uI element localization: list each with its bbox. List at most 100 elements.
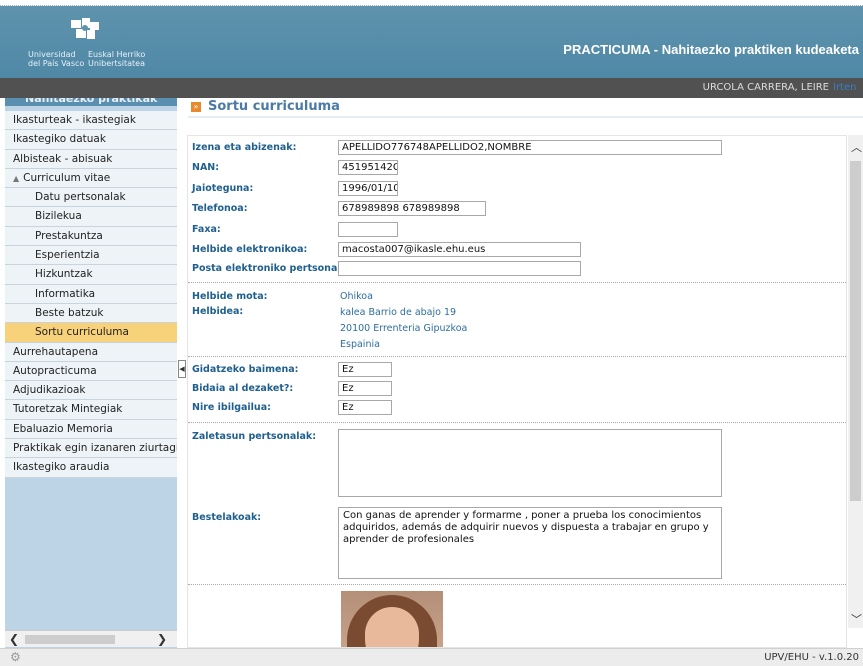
- collapse-arrow-icon: ◀: [179, 365, 185, 373]
- logo-text-spanish: Universidad del País Vasco: [28, 50, 84, 68]
- sidebar-item-ziurtagiria[interactable]: Praktikak egin izanaren ziurtagiria: [5, 439, 177, 459]
- sidebar-item-label: Autopracticuma: [13, 364, 97, 377]
- sidebar-item-label: Beste batzuk: [35, 306, 104, 319]
- name-field[interactable]: APELLIDO776748APELLIDO2,NOMBRE: [338, 140, 722, 155]
- sidebar-item-informatika[interactable]: Informatika: [5, 284, 177, 304]
- travel-field[interactable]: Ez: [338, 381, 392, 396]
- scroll-right-icon[interactable]: ❯: [157, 632, 167, 646]
- vertical-scrollbar[interactable]: ︿ ﹀: [848, 135, 863, 628]
- scrollbar-thumb[interactable]: [850, 161, 861, 501]
- sidebar-item-beste-batzuk[interactable]: Beste batzuk: [5, 303, 177, 324]
- sidebar-item-label: Ikastegiko araudia: [13, 461, 110, 474]
- header: Universidad del País Vasco Euskal Herrik…: [0, 6, 863, 78]
- app-title: PRACTICUMA - Nahitaezko praktiken kudeak…: [563, 42, 859, 57]
- footer: ⚙ UPV/EHU - v.1.0.20: [0, 648, 863, 666]
- sidebar-item-label: Ikastegiko datuak: [13, 133, 106, 146]
- sidebar-item-label: Praktikak egin izanaren ziurtagiria: [13, 442, 177, 455]
- nan-field[interactable]: 45195142G: [338, 160, 398, 175]
- sidebar-item-esperientzia[interactable]: Esperientzia: [5, 246, 177, 266]
- birth-date-field[interactable]: 1996/01/10: [338, 181, 398, 196]
- sidebar-item-datu-pertsonalak[interactable]: Datu pertsonalak: [5, 188, 177, 208]
- sidebar: Nahitaezko praktikak Ikasturteak - ikast…: [5, 98, 177, 648]
- collapse-sidebar-button[interactable]: ◀: [178, 360, 186, 378]
- logo-line: Unibertsitatea: [88, 59, 145, 68]
- vehicle-label: Nire ibilgailua:: [192, 402, 271, 413]
- address-line-3: Espainia: [340, 339, 380, 350]
- gear-icon[interactable]: ⚙: [10, 650, 21, 664]
- sidebar-item-label: Albisteak - abisuak: [13, 152, 113, 165]
- sidebar-title: Nahitaezko praktikak: [5, 98, 177, 106]
- phone-field[interactable]: 678989898 678989898: [338, 201, 486, 216]
- sidebar-item-label: Ikasturteak - ikastegiak: [13, 114, 136, 126]
- sidebar-item-curriculum-vitae[interactable]: ▲ Curriculum vitae: [5, 168, 177, 189]
- university-logo-icon: [71, 18, 99, 39]
- profile-photo: [341, 591, 443, 647]
- sidebar-item-label: Informatika: [35, 287, 96, 300]
- driving-license-field[interactable]: Ez: [338, 362, 392, 377]
- sidebar-item-label: Hizkuntzak: [35, 268, 93, 281]
- sidebar-item-ikastegiko-araudia[interactable]: Ikastegiko araudia: [5, 458, 177, 478]
- sidebar-horizontal-scrollbar[interactable]: ❮ ❯: [5, 630, 177, 647]
- sidebar-item-bizilekua[interactable]: Bizilekua: [5, 207, 177, 227]
- user-bar: URCOLA CARRERA, LEIRE Irten: [0, 78, 863, 98]
- address-type-value: Ohikoa: [340, 291, 373, 302]
- driving-license-label: Gidatzeko baimena:: [192, 364, 299, 375]
- other-label: Bestelakoak:: [192, 512, 262, 523]
- sidebar-item-hizkuntzak[interactable]: Hizkuntzak: [5, 265, 177, 285]
- user-name: URCOLA CARRERA, LEIRE: [702, 82, 829, 93]
- sidebar-item-label: Bizilekua: [35, 210, 82, 223]
- separator: [188, 282, 846, 283]
- sidebar-item-label: Adjudikazioak: [13, 384, 86, 397]
- sidebar-item-label: Tutoretzak Mintegiak: [13, 403, 123, 416]
- sidebar-item-prestakuntza[interactable]: Prestakuntza: [5, 226, 177, 247]
- scroll-down-icon[interactable]: ﹀: [851, 611, 862, 627]
- hobbies-textarea[interactable]: [338, 429, 722, 497]
- sidebar-item-ikasturteak[interactable]: Ikasturteak - ikastegiak: [5, 111, 177, 131]
- page-heading: » Sortu curriculuma: [188, 98, 863, 118]
- scroll-up-icon[interactable]: ︿: [851, 139, 862, 155]
- page-title: Sortu curriculuma: [208, 99, 340, 114]
- separator: [188, 584, 846, 585]
- address-line-1: kalea Barrio de abajo 19: [340, 307, 457, 318]
- hobbies-label: Zaletasun pertsonalak:: [192, 431, 317, 442]
- separator: [188, 356, 846, 357]
- sidebar-item-label: Sortu curriculuma: [35, 326, 129, 339]
- sidebar-item-label: Ebaluazio Memoria: [13, 422, 113, 435]
- personal-email-label: Posta elektroniko pertsonala:: [192, 263, 351, 274]
- other-textarea[interactable]: Con ganas de aprender y formarme , poner…: [338, 507, 722, 579]
- personal-email-field[interactable]: [338, 261, 581, 276]
- travel-label: Bidaia al dezaket?:: [192, 383, 294, 394]
- scroll-left-icon[interactable]: ❮: [9, 632, 19, 646]
- fax-label: Faxa:: [192, 224, 221, 235]
- logo-text-basque: Euskal Herriko Unibertsitatea: [88, 50, 145, 68]
- sidebar-item-autopracticuma[interactable]: Autopracticuma: [5, 361, 177, 382]
- scrollbar-thumb[interactable]: [25, 635, 115, 644]
- sidebar-item-label: Prestakuntza: [35, 229, 103, 242]
- email-label: Helbide elektronikoa:: [192, 244, 308, 255]
- email-field[interactable]: macosta007@ikasle.ehu.eus: [338, 242, 581, 257]
- fax-field[interactable]: [338, 222, 398, 237]
- sidebar-item-adjudikazioak[interactable]: Adjudikazioak: [5, 381, 177, 401]
- separator: [188, 422, 846, 423]
- sidebar-item-ebaluazio-memoria[interactable]: Ebaluazio Memoria: [5, 419, 177, 440]
- phone-label: Telefonoa:: [192, 203, 248, 214]
- address-line-2: 20100 Errenteria Gipuzkoa: [340, 323, 468, 334]
- arrow-bullet-icon: »: [191, 102, 201, 112]
- sidebar-item-aurrehautapena[interactable]: Aurrehautapena: [5, 342, 177, 362]
- sidebar-item-label: Aurrehautapena: [13, 345, 99, 358]
- name-label: Izena eta abizenak:: [192, 142, 297, 153]
- sidebar-item-ikastegiko-datuak[interactable]: Ikastegiko datuak: [5, 130, 177, 150]
- sidebar-item-tutoretzak[interactable]: Tutoretzak Mintegiak: [5, 400, 177, 420]
- sidebar-item-sortu-curriculuma[interactable]: Sortu curriculuma: [5, 323, 177, 343]
- address-label: Helbidea:: [192, 306, 244, 317]
- sidebar-item-label: Datu pertsonalak: [35, 191, 126, 204]
- address-type-label: Helbide mota:: [192, 291, 268, 302]
- vehicle-field[interactable]: Ez: [338, 400, 392, 415]
- curriculum-form: Izena eta abizenak: APELLIDO776748APELLI…: [187, 135, 847, 648]
- birth-date-label: Jaioteguna:: [192, 183, 254, 194]
- university-logo[interactable]: Universidad del País Vasco Euskal Herrik…: [22, 16, 152, 72]
- sidebar-menu: Ikasturteak - ikastegiak Ikastegiko datu…: [5, 111, 177, 478]
- logout-link[interactable]: Irten: [833, 82, 863, 93]
- logo-line: Universidad: [28, 50, 76, 59]
- sidebar-item-albisteak[interactable]: Albisteak - abisuak: [5, 149, 177, 169]
